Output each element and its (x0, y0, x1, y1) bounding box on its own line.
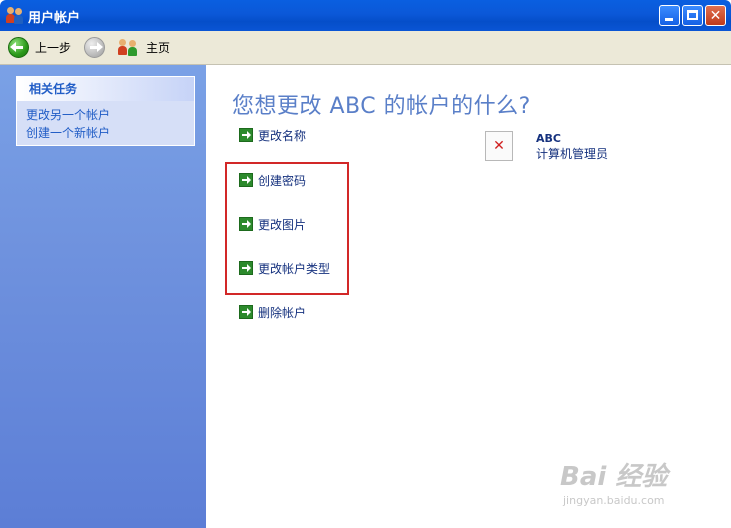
watermark-logo: Bai 经验 (560, 462, 668, 492)
forward-button[interactable] (84, 35, 105, 59)
broken-image-icon: ✕ (493, 138, 505, 154)
home-button[interactable]: 主页 (118, 35, 170, 59)
create-new-account-link[interactable]: 创建一个新帐户 (17, 124, 194, 142)
related-tasks-title: 相关任务 (17, 77, 194, 101)
change-another-account-link[interactable]: 更改另一个帐户 (17, 106, 194, 124)
back-button[interactable]: 上一步 (8, 35, 71, 59)
window-title: 用户帐户 (28, 11, 81, 26)
watermark-url: jingyan.baidu.com (563, 494, 665, 507)
account-picture: ✕ (485, 131, 513, 161)
close-button[interactable]: ✕ (705, 5, 726, 26)
home-label: 主页 (146, 40, 171, 55)
close-icon: ✕ (709, 7, 722, 24)
account-name: ABC (536, 132, 561, 145)
delete-account-link[interactable]: 删除帐户 (239, 303, 306, 321)
green-arrow-icon (239, 305, 253, 319)
user-accounts-window: 用户帐户 ✕ 上一步 主页 相关任务 更改另一个帐户 创建一个新帐户 您想更改 … (0, 0, 731, 528)
change-name-link[interactable]: 更改名称 (239, 126, 306, 144)
forward-arrow-icon (84, 36, 105, 58)
highlight-box (225, 162, 349, 295)
account-type: 计算机管理员 (536, 147, 609, 161)
back-label: 上一步 (35, 40, 72, 55)
users-icon (118, 37, 140, 57)
change-name-label: 更改名称 (258, 128, 307, 143)
green-arrow-icon (239, 128, 253, 142)
maximize-button[interactable] (682, 5, 703, 26)
page-heading: 您想更改 ABC 的帐户的什么? (232, 94, 531, 119)
navigation-toolbar: 上一步 主页 (0, 31, 731, 65)
back-arrow-icon (8, 36, 29, 58)
maximize-icon (687, 10, 698, 20)
title-bar[interactable]: 用户帐户 ✕ (0, 0, 731, 31)
related-tasks-panel: 相关任务 更改另一个帐户 创建一个新帐户 (16, 76, 195, 146)
delete-account-label: 删除帐户 (258, 305, 307, 320)
minimize-button[interactable] (659, 5, 680, 26)
users-app-icon (6, 6, 24, 24)
minimize-icon (665, 18, 673, 21)
